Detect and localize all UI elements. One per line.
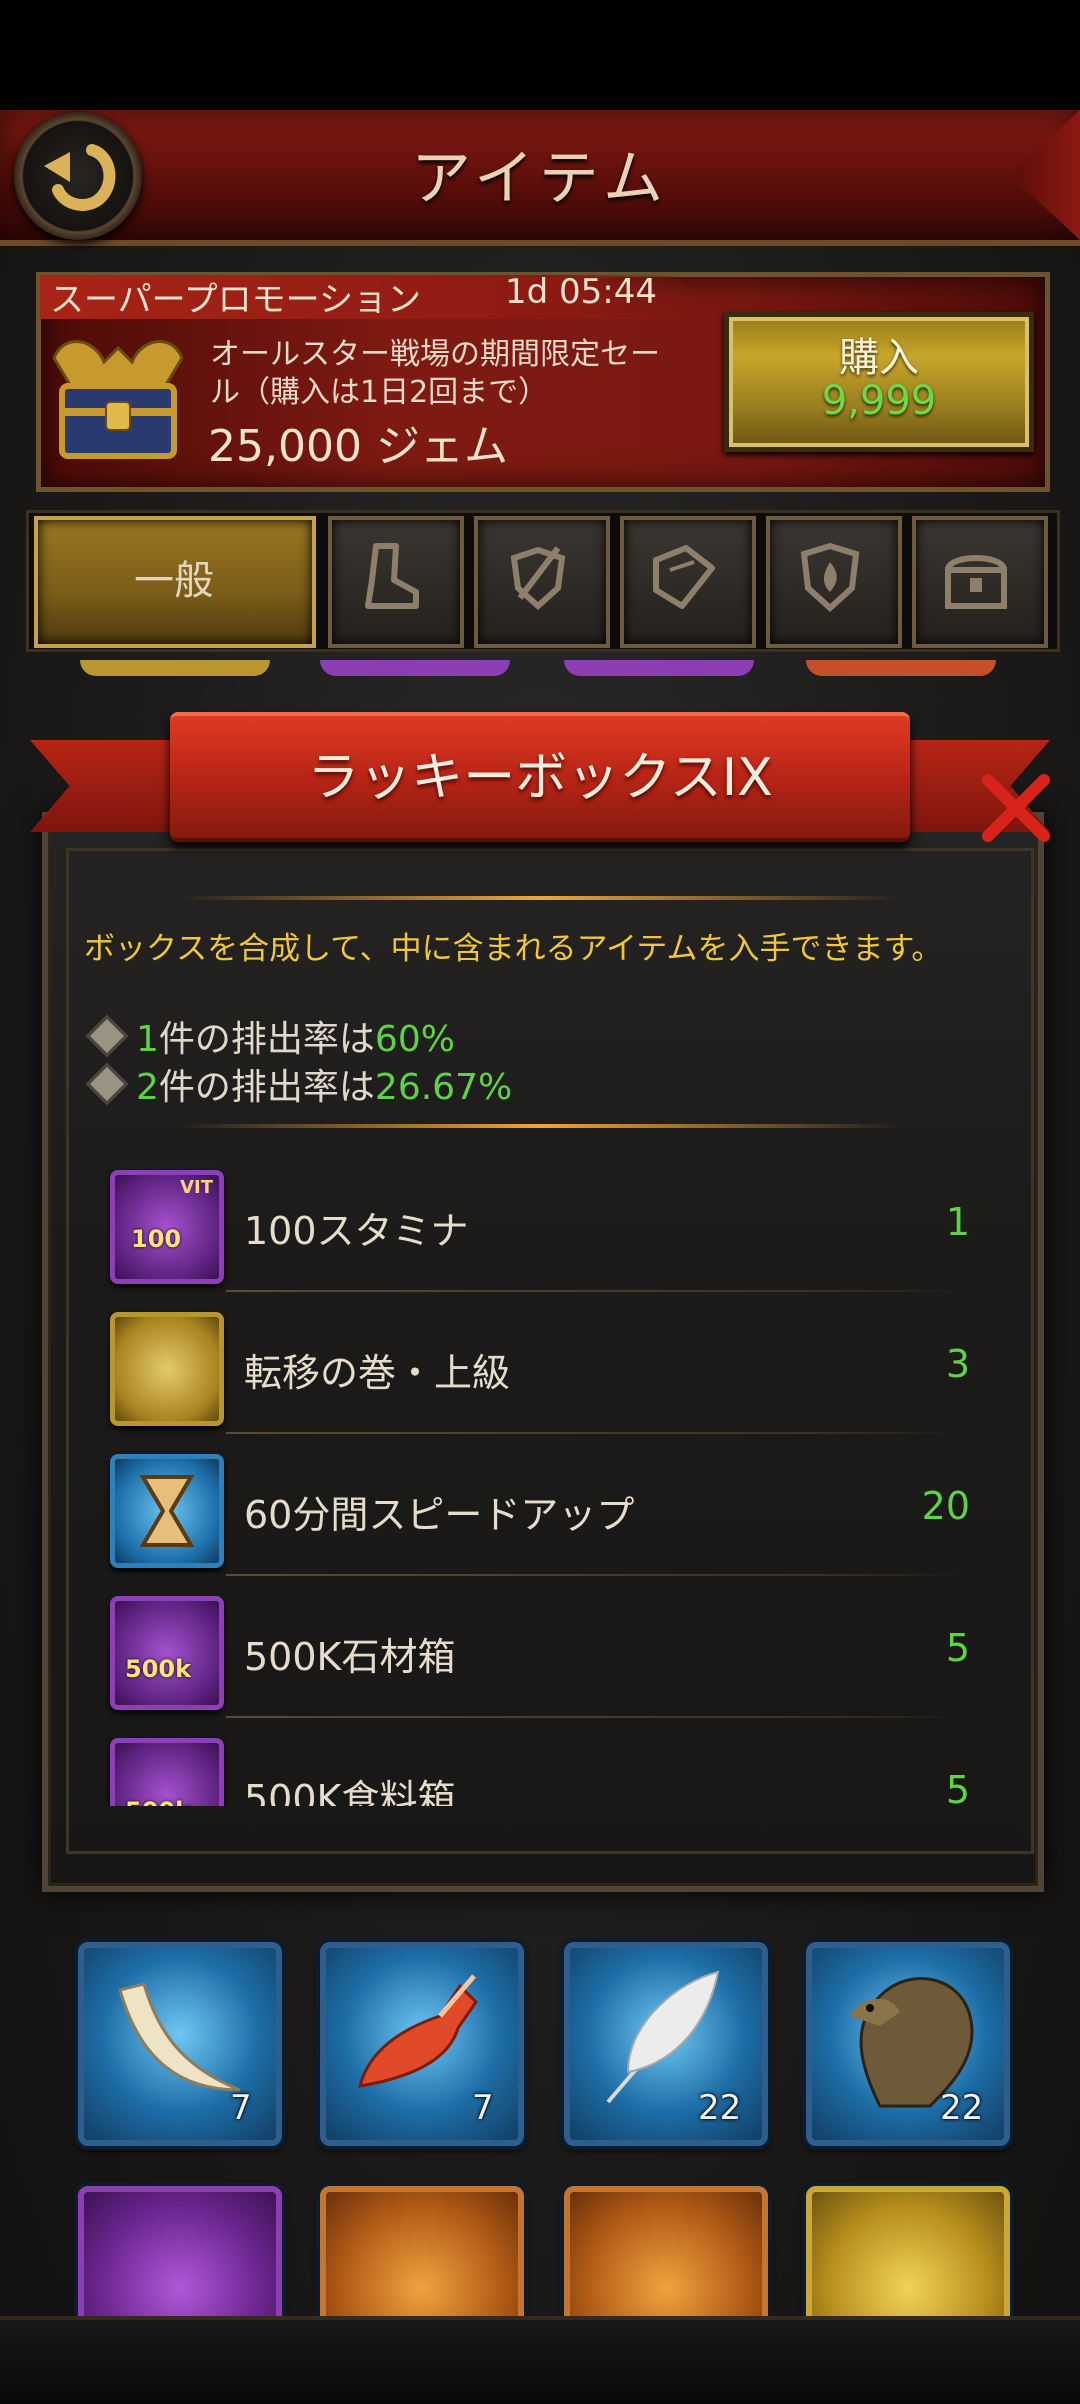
- list-item: 60分間スピードアップ 20: [96, 1434, 986, 1576]
- item-name: 100スタミナ: [244, 1209, 469, 1253]
- list-item: 500k 500K食料箱 5: [96, 1718, 986, 1806]
- item-quantity: 5: [945, 1626, 970, 1670]
- back-arrow-icon: [44, 144, 116, 211]
- item-quantity: 20: [921, 1484, 970, 1528]
- list-item: 転移の巻・上級 3: [96, 1292, 986, 1434]
- bottom-bar: [0, 2316, 1080, 2404]
- divider: [180, 896, 900, 900]
- tab-general-label: 一般: [134, 558, 214, 604]
- slot-peek: [806, 660, 996, 676]
- modal-description: ボックスを合成して、中に含まれるアイテムを入手できます。: [84, 931, 943, 967]
- stone-box-icon: 500k: [110, 1596, 224, 1710]
- slot-quantity: 7: [472, 2088, 494, 2128]
- promo-description: オールスター戦場の期間限定セール（購入は1日2回まで）: [210, 337, 660, 410]
- hourglass-icon: [110, 1454, 224, 1568]
- close-icon[interactable]: [978, 770, 1054, 846]
- reward-list[interactable]: VIT 100 100スタミナ 1 転移の巻・上級 3 60分間スピードアップ …: [96, 1150, 986, 1806]
- book-icon: [653, 545, 715, 609]
- modal-title: ラッキーボックスIX: [307, 748, 773, 808]
- list-item: 500k 500K石材箱 5: [96, 1576, 986, 1718]
- diamond-icon: [85, 1014, 129, 1058]
- boots-icon: [365, 543, 419, 609]
- chest-icon: [945, 555, 1007, 609]
- item-quantity: 5: [945, 1768, 970, 1806]
- item-quantity: 1: [945, 1200, 970, 1244]
- slot-peek: [80, 660, 270, 676]
- promo-timer: 1d 05:44: [505, 272, 658, 312]
- drop-rate-1: 1件の排出率は60%: [84, 1010, 455, 1062]
- stamina-icon: VIT 100: [110, 1170, 224, 1284]
- treasure-chest-icon: [52, 340, 184, 459]
- status-bar: [0, 0, 1080, 110]
- slot-peek: [320, 660, 510, 676]
- sword-shield-icon: [510, 546, 566, 611]
- item-quantity: 3: [945, 1342, 970, 1386]
- list-item: VIT 100 100スタミナ 1: [96, 1150, 986, 1292]
- flame-shield-icon: [800, 542, 860, 613]
- item-name: 転移の巻・上級: [244, 1351, 511, 1395]
- item-name: 500K石材箱: [244, 1635, 456, 1679]
- slot-quantity: 7: [230, 2088, 252, 2128]
- teleport-scroll-icon: [110, 1312, 224, 1426]
- promo-tag: スーパープロモーション: [50, 280, 421, 320]
- item-name: 500K食料箱: [244, 1777, 456, 1806]
- buy-button-label: 購入: [839, 335, 919, 381]
- crab-claw-icon: [357, 1974, 478, 2088]
- diamond-icon: [85, 1062, 129, 1106]
- item-name: 60分間スピードアップ: [244, 1493, 635, 1537]
- food-box-icon: 500k: [110, 1738, 224, 1806]
- fang-icon: [118, 1982, 241, 2092]
- promo-price: 25,000 ジェム: [208, 421, 508, 472]
- slot-quantity: 22: [940, 2088, 984, 2128]
- page-title: アイテム: [411, 144, 669, 214]
- slot-quantity: 22: [698, 2088, 742, 2128]
- buy-button-price: 9,999: [821, 378, 937, 424]
- drop-rate-2: 2件の排出率は26.67%: [84, 1058, 512, 1110]
- slot-peek: [564, 660, 754, 676]
- divider: [180, 1124, 900, 1128]
